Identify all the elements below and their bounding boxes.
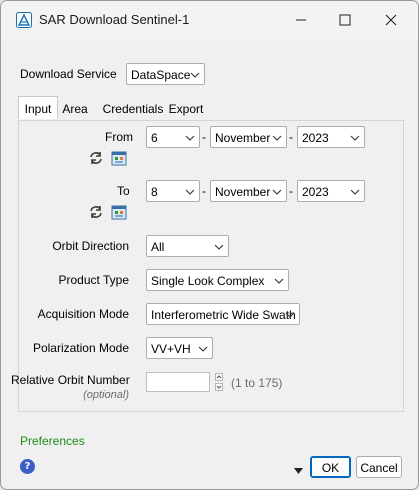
close-icon [385,14,397,26]
title-bar[interactable]: SAR Download Sentinel-1 [1,1,418,39]
download-service-label: Download Service [20,67,117,81]
orbit-direction-value: All [151,240,165,254]
to-day-value: 8 [151,185,158,199]
product-type-select[interactable]: Single Look Complex [146,269,289,291]
maximize-icon [339,14,351,26]
minimize-button[interactable] [281,7,321,33]
dialog-window: SAR Download Sentinel-1 Download Service… [0,0,419,490]
relative-orbit-input[interactable] [146,372,210,392]
date-separator: - [202,130,206,144]
chevron-down-icon [350,135,360,141]
from-year-select[interactable]: 2023 [297,126,365,148]
to-day-select[interactable]: 8 [146,180,200,202]
input-tab-panel [18,120,404,412]
close-button[interactable] [371,7,411,33]
caret-down-icon [216,385,222,389]
from-label: From [105,130,133,144]
ok-button-label: OK [321,461,340,475]
spin-down-button[interactable] [215,383,223,391]
chevron-down-icon [185,135,195,141]
chevron-down-icon [190,72,200,78]
acquisition-mode-label: Acquisition Mode [37,307,129,321]
tab-input[interactable]: Input [18,96,58,119]
calendar-icon[interactable] [111,204,127,220]
chevron-down-icon [198,346,208,352]
calendar-icon[interactable] [111,150,127,166]
chevron-down-icon [285,312,295,318]
product-type-label: Product Type [58,273,130,287]
relative-orbit-optional-note: (optional) [83,389,129,401]
to-year-value: 2023 [302,185,329,199]
tab-input-label: Input [24,102,52,116]
options-dropdown-arrow[interactable] [294,463,303,477]
refresh-icon[interactable] [88,150,104,166]
tab-export-label: Export [168,102,204,116]
refresh-icon[interactable] [88,204,104,220]
relative-orbit-range-hint: (1 to 175) [231,376,283,390]
to-month-value: November [215,185,271,199]
maximize-button[interactable] [325,7,365,33]
download-service-value: DataSpace [131,68,191,82]
app-icon [16,12,32,28]
from-day-select[interactable]: 6 [146,126,200,148]
help-icon[interactable]: ? [20,459,35,474]
from-day-value: 6 [151,131,158,145]
spin-up-button[interactable] [215,373,223,381]
polarization-mode-label: Polarization Mode [32,341,129,355]
tab-area-label: Area [62,102,88,116]
from-month-select[interactable]: November [210,126,287,148]
from-year-value: 2023 [302,131,329,145]
cancel-button-label: Cancel [360,461,398,475]
caret-up-icon [216,375,222,379]
chevron-down-icon [185,189,195,195]
chevron-down-icon [272,135,282,141]
polarization-mode-value: VV+VH [151,342,191,356]
polarization-mode-select[interactable]: VV+VH [146,337,213,359]
date-separator: - [289,184,293,198]
download-service-select[interactable]: DataSpace [126,63,205,85]
minimize-icon [296,19,306,21]
acquisition-mode-select[interactable]: Interferometric Wide Swath [146,303,300,325]
relative-orbit-label: Relative Orbit Number [11,373,130,387]
tab-credentials-label: Credentials [102,102,164,116]
chevron-down-icon [274,278,284,284]
caret-down-icon [294,468,303,474]
ok-button[interactable]: OK [310,456,351,478]
from-month-value: November [215,131,271,145]
tab-area[interactable]: Area [60,98,90,119]
chevron-down-icon [272,189,282,195]
to-year-select[interactable]: 2023 [297,180,365,202]
orbit-direction-select[interactable]: All [146,235,229,257]
date-separator: - [202,184,206,198]
to-label: To [117,184,130,198]
cancel-button[interactable]: Cancel [356,456,402,478]
product-type-value: Single Look Complex [151,274,265,288]
orbit-direction-label: Orbit Direction [52,239,129,253]
acquisition-mode-value: Interferometric Wide Swath [151,308,296,322]
date-separator: - [289,130,293,144]
chevron-down-icon [350,189,360,195]
to-month-select[interactable]: November [210,180,287,202]
chevron-down-icon [214,244,224,250]
window-title: SAR Download Sentinel-1 [39,12,190,27]
preferences-link[interactable]: Preferences [20,434,85,448]
tab-credentials[interactable]: Credentials [102,98,164,119]
tab-export[interactable]: Export [168,98,204,119]
